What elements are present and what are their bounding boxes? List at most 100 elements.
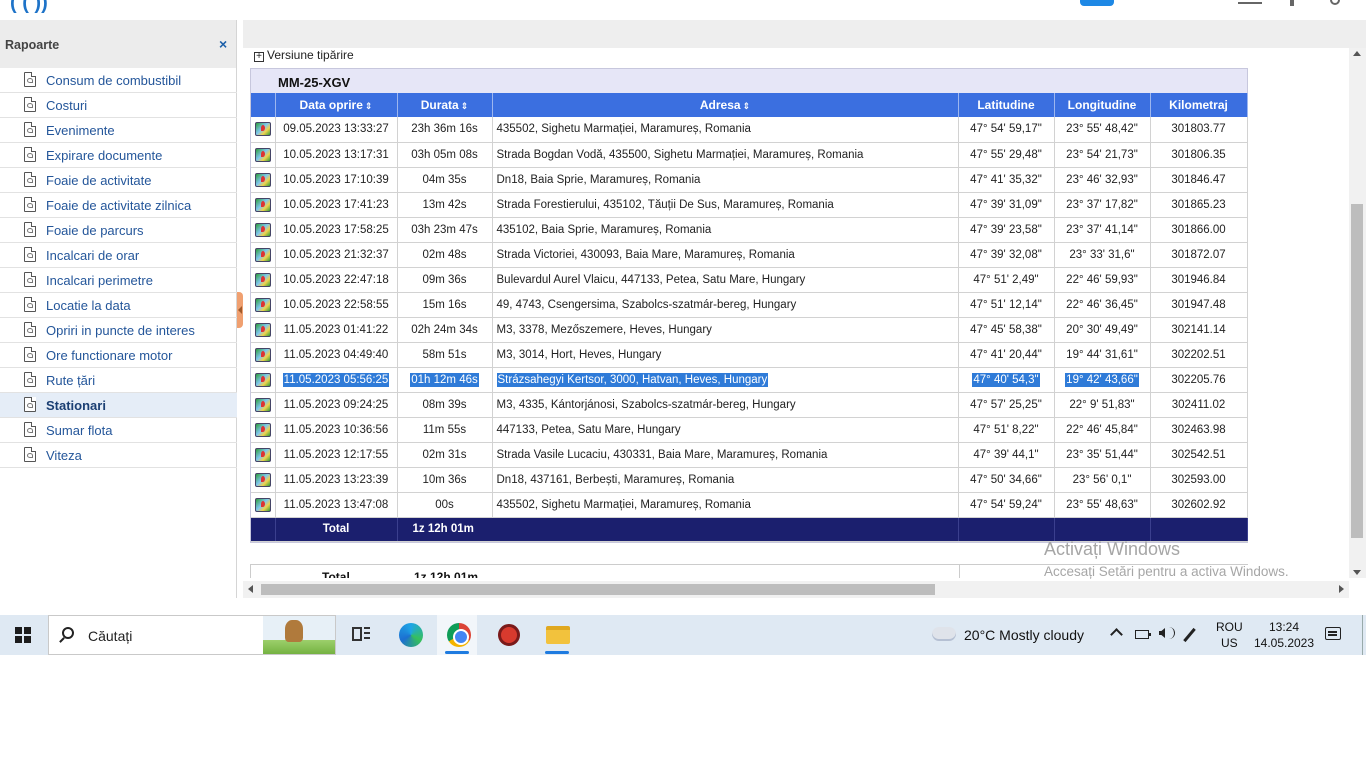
notifications-icon[interactable] [1325,627,1341,640]
map-cell[interactable] [251,367,276,393]
map-icon[interactable] [254,497,271,512]
map-cell[interactable] [251,342,276,368]
windows-start-icon[interactable] [15,627,31,643]
table-row[interactable]: 10.05.2023 22:47:18 09m 36s Bulevardul Aur… [251,267,1248,293]
table-row[interactable]: 11.05.2023 01:41:22 02h 24m 34s M3, 3378, … [251,317,1248,343]
map-icon[interactable] [254,197,271,212]
table-row[interactable]: 11.05.2023 09:24:25 08m 39s M3, 4335, Kánt… [251,392,1248,418]
language-indicator[interactable]: ROU US [1216,619,1243,651]
help-icon[interactable] [1290,0,1294,6]
map-icon[interactable] [254,122,271,137]
map-icon[interactable] [254,447,271,462]
map-cell[interactable] [251,167,276,193]
sidebar-item[interactable]: Ore functionare motor [0,343,237,368]
volume-icon[interactable] [1159,628,1165,638]
map-icon[interactable] [254,172,271,187]
table-row[interactable]: 09.05.2023 13:33:27 23h 36m 16s 435502, Si… [251,117,1248,143]
sidebar-item[interactable]: Foaie de activitate zilnica [0,193,237,218]
edge-browser-icon[interactable] [391,615,431,655]
chrome-browser-icon[interactable] [437,615,477,655]
map-cell[interactable] [251,392,276,418]
vertical-scrollbar[interactable] [1349,48,1366,578]
col-header-date[interactable]: Data oprire ⇕ [275,93,398,117]
table-row[interactable]: 10.05.2023 13:17:31 03h 05m 08s Strada Bog… [251,142,1248,168]
map-cell[interactable] [251,317,276,343]
map-icon[interactable] [254,397,271,412]
col-header-address[interactable]: Adresa ⇕ [492,93,959,117]
scroll-thumb[interactable] [1351,204,1363,538]
table-row[interactable]: 11.05.2023 10:36:56 11m 55s 447133, Petea,… [251,417,1248,443]
map-cell[interactable] [251,467,276,493]
sidebar-item[interactable]: Stationari [0,393,237,418]
sidebar-item[interactable]: Incalcari de orar [0,243,237,268]
table-row[interactable]: 10.05.2023 21:32:37 02m 48s Strada Victori… [251,242,1248,268]
weather-text[interactable]: 20°C Mostly cloudy [964,627,1084,643]
map-cell[interactable] [251,117,276,143]
scroll-left-icon[interactable] [248,585,253,593]
sidebar-item[interactable]: Incalcari perimetre [0,268,237,293]
map-icon[interactable] [254,297,271,312]
sidebar-item[interactable]: Sumar flota [0,418,237,443]
map-icon[interactable] [254,322,271,337]
map-cell[interactable] [251,417,276,443]
map-cell[interactable] [251,442,276,468]
map-icon[interactable] [254,272,271,287]
col-header-duration[interactable]: Durata ⇕ [397,93,493,117]
scroll-up-icon[interactable] [1353,51,1361,56]
user-icon[interactable] [1330,0,1340,5]
sort-icon[interactable]: ⇕ [365,101,373,111]
sidebar-item[interactable]: Locatie la data [0,293,237,318]
table-row[interactable]: 10.05.2023 17:58:25 03h 23m 47s 435102, Ba… [251,217,1248,243]
map-icon[interactable] [254,347,271,362]
print-version-toggle[interactable]: + Versiune tipărire [254,48,354,62]
map-cell[interactable] [251,142,276,168]
sort-icon[interactable]: ⇕ [743,101,751,111]
sidebar-item[interactable]: Expirare documente [0,143,237,168]
table-row[interactable]: 11.05.2023 13:23:39 10m 36s Dn18, 437161, … [251,467,1248,493]
map-icon[interactable] [254,422,271,437]
file-explorer-icon[interactable] [537,615,577,655]
map-cell[interactable] [251,217,276,243]
notification-badge[interactable] [1080,0,1114,6]
sidebar-item[interactable]: Opriri in puncte de interes [0,318,237,343]
table-row[interactable]: 11.05.2023 04:49:40 58m 51s M3, 3014, Hort… [251,342,1248,368]
taskbar-search-box[interactable]: Căutați [48,615,336,655]
table-row[interactable]: 10.05.2023 22:58:55 15m 16s 49, 4743, Csen… [251,292,1248,318]
weather-cloud-icon[interactable] [932,621,956,641]
table-row[interactable]: 11.05.2023 12:17:55 02m 31s Strada Vasile … [251,442,1248,468]
table-row[interactable]: 10.05.2023 17:10:39 04m 35s Dn18, Baia Spr… [251,167,1248,193]
horizontal-scrollbar[interactable] [243,581,1349,598]
taskbar-clock[interactable]: 13:24 14.05.2023 [1253,619,1315,651]
sidebar-item[interactable]: Rute țări [0,368,237,393]
map-cell[interactable] [251,292,276,318]
map-icon[interactable] [254,222,271,237]
show-hidden-icons-icon[interactable] [1110,628,1123,641]
sidebar-item[interactable]: Consum de combustibil [0,68,237,93]
task-view-icon[interactable] [347,615,387,655]
map-icon[interactable] [254,472,271,487]
map-icon[interactable] [254,247,271,262]
table-row[interactable]: 11.05.2023 05:56:25 01h 12m 46s Strázsaheg… [251,367,1248,393]
sidebar-item[interactable]: Foaie de parcurs [0,218,237,243]
menu-icon[interactable] [1238,0,1262,4]
scroll-down-icon[interactable] [1353,570,1361,575]
pen-icon[interactable] [1183,627,1196,643]
close-icon[interactable]: × [219,36,227,52]
sidebar-item[interactable]: Foaie de activitate [0,168,237,193]
battery-icon[interactable] [1135,630,1151,639]
sidebar-item[interactable]: Evenimente [0,118,237,143]
show-desktop-button[interactable] [1362,615,1366,655]
map-cell[interactable] [251,267,276,293]
sidebar-item[interactable]: Costuri [0,93,237,118]
sort-icon[interactable]: ⇕ [461,101,469,111]
scroll-thumb[interactable] [261,584,935,595]
table-row[interactable]: 10.05.2023 17:41:23 13m 42s Strada Foresti… [251,192,1248,218]
map-cell[interactable] [251,492,276,518]
map-icon[interactable] [254,147,271,162]
app-red-circle-icon[interactable] [489,615,529,655]
scroll-right-icon[interactable] [1339,585,1344,593]
map-icon[interactable] [254,372,271,387]
sidebar-item[interactable]: Viteza [0,443,237,468]
table-row[interactable]: 11.05.2023 13:47:08 00s 435502, Sighetu Ma… [251,492,1248,518]
map-cell[interactable] [251,192,276,218]
